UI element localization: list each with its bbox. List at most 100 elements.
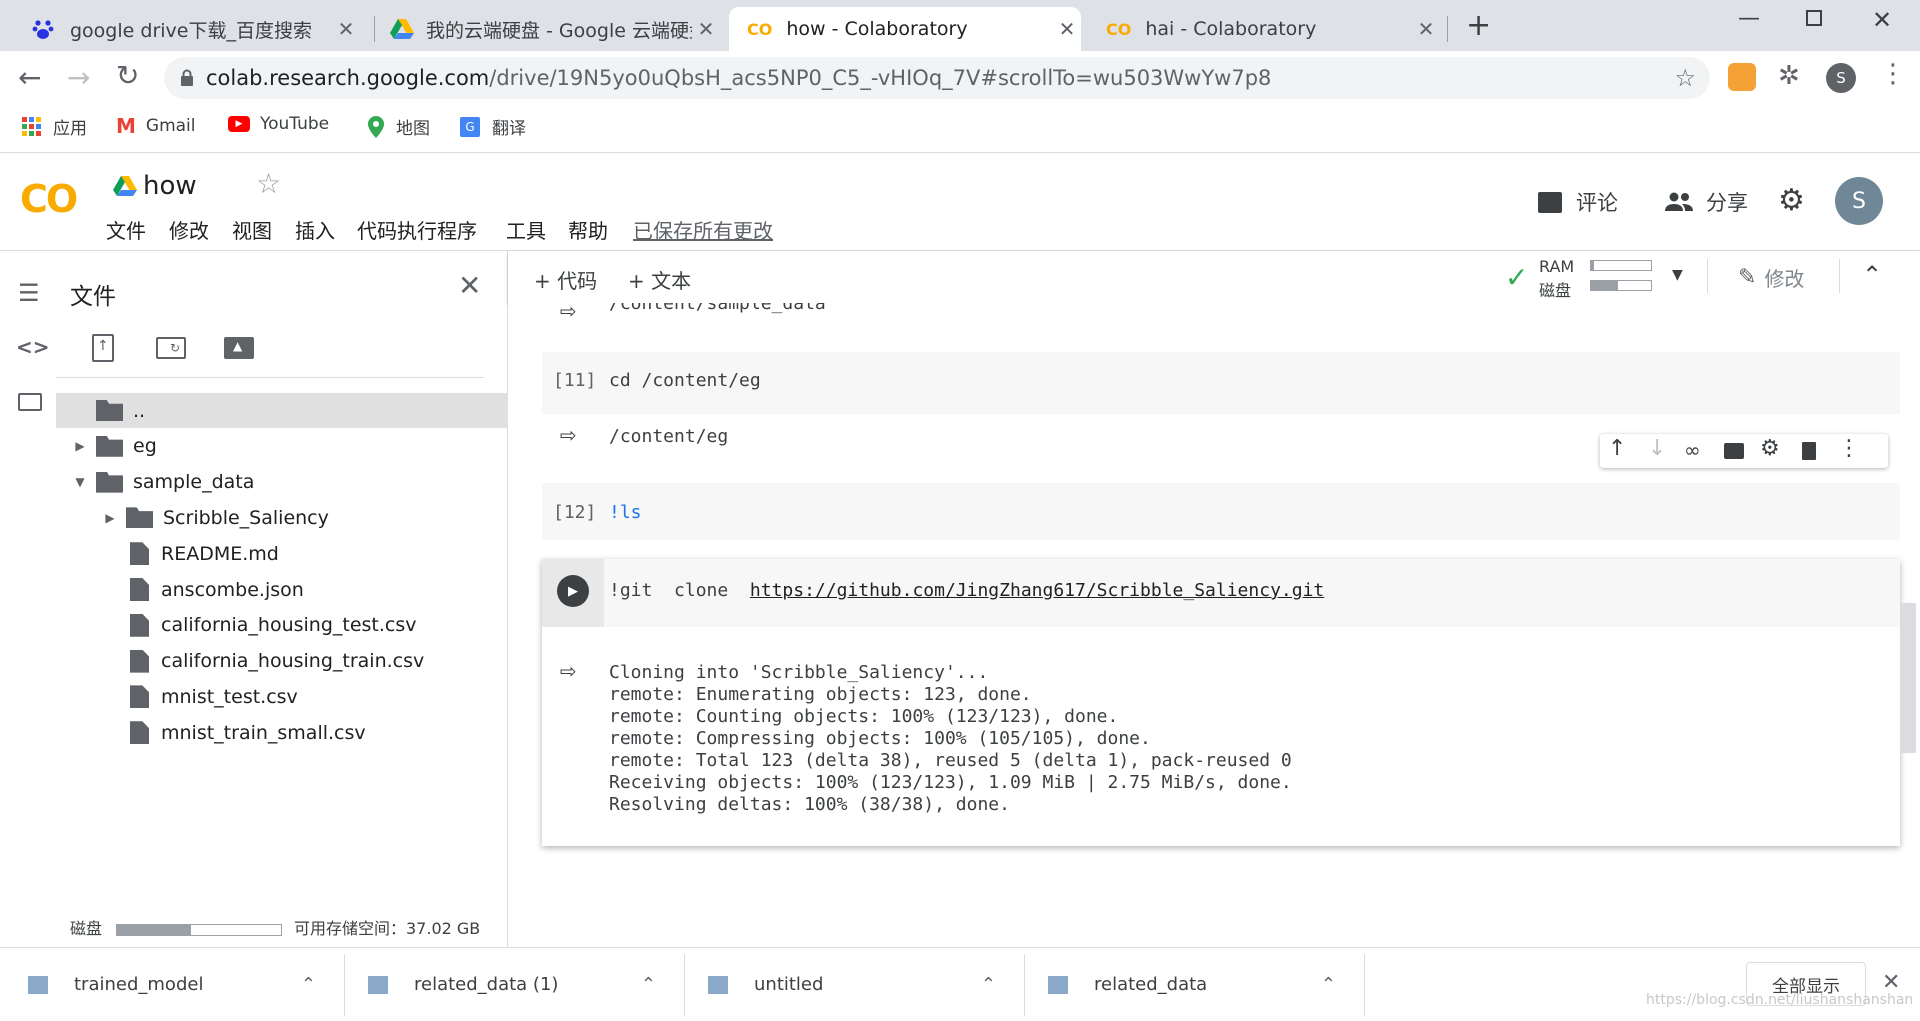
menu-file[interactable]: 文件 <box>106 215 146 244</box>
edit-mode-button[interactable]: ✎ 修改 <box>1738 263 1804 292</box>
file-tree-row[interactable]: california_housing_train.csv <box>56 644 508 679</box>
ram-usage-bar[interactable] <box>1590 260 1652 271</box>
menu-insert[interactable]: 插入 <box>295 215 335 244</box>
restore-window-icon[interactable] <box>1806 10 1822 26</box>
collapse-header-chevron-icon[interactable]: ⌃ <box>1862 261 1882 289</box>
browser-tab-baidu[interactable]: google drive下载_百度搜索 ✕ <box>20 7 360 51</box>
chevron-up-icon[interactable]: ⌃ <box>981 974 996 995</box>
move-cell-up-icon[interactable]: ↑ <box>1608 436 1626 461</box>
expand-arrow-icon[interactable]: ▶ <box>100 511 120 525</box>
download-file-icon <box>368 975 388 994</box>
menu-tools[interactable]: 工具 <box>506 215 546 244</box>
bookmark-maps[interactable]: 地图 <box>368 114 430 139</box>
cell-more-kebab-icon[interactable]: ⋮ <box>1838 436 1860 461</box>
close-panel-icon[interactable]: ✕ <box>458 269 481 302</box>
bookmark-translate[interactable]: G 翻译 <box>460 114 526 139</box>
tab-close-icon[interactable]: ✕ <box>692 17 720 41</box>
back-arrow-icon[interactable]: ← <box>18 61 41 94</box>
menu-view[interactable]: 视图 <box>232 215 272 244</box>
download-item-related-data[interactable]: related_data ⌃ <box>1048 948 1364 1021</box>
comment-button[interactable]: 评论 <box>1538 187 1618 217</box>
delete-cell-trash-icon[interactable] <box>1802 442 1816 460</box>
run-cell-play-icon[interactable]: ▶ <box>557 575 589 607</box>
reload-icon[interactable]: ↻ <box>116 59 139 92</box>
browser-tab-drive[interactable]: 我的云端硬盘 - Google 云端硬盘 ✕ <box>380 7 720 51</box>
file-tree-row[interactable]: mnist_test.csv <box>56 679 508 714</box>
refresh-folder-icon[interactable]: ↻ <box>156 337 186 359</box>
file-tree-row[interactable]: mnist_train_small.csv <box>56 715 508 750</box>
bookmark-gmail[interactable]: M Gmail <box>116 114 196 138</box>
tab-close-icon[interactable]: ✕ <box>1053 17 1081 41</box>
files-folder-icon[interactable] <box>18 393 42 411</box>
table-of-contents-icon[interactable]: ☰ <box>18 279 40 307</box>
download-name: untitled <box>754 974 824 995</box>
address-bar[interactable]: colab.research.google.com /drive/19N5yo0… <box>164 57 1710 99</box>
cell-code[interactable]: !ls <box>609 502 642 523</box>
file-tree-row[interactable]: .. <box>56 393 508 428</box>
pencil-icon: ✎ <box>1738 265 1757 290</box>
menu-runtime[interactable]: 代码执行程序 <box>357 215 477 244</box>
browser-profile-avatar[interactable]: S <box>1826 63 1856 93</box>
file-tree-row[interactable]: ▼ sample_data <box>56 465 508 500</box>
bookmark-apps[interactable]: 应用 <box>22 114 87 139</box>
download-item-related-data-1[interactable]: related_data (1) ⌃ <box>368 948 684 1021</box>
menu-edit[interactable]: 修改 <box>169 215 209 244</box>
expand-arrow-icon[interactable]: ▶ <box>70 439 90 453</box>
saved-status[interactable]: 已保存所有更改 <box>633 215 773 244</box>
runtime-dropdown-icon[interactable]: ▼ <box>1672 267 1683 283</box>
bookmark-star-icon[interactable]: ☆ <box>1674 64 1696 92</box>
baidu-paw-icon <box>30 16 56 42</box>
code-cell-12[interactable] <box>542 483 1900 540</box>
code-url[interactable]: https://github.com/JingZhang617/Scribble… <box>750 580 1324 601</box>
minimize-window-icon[interactable]: — <box>1738 6 1760 31</box>
file-tree-label: california_housing_test.csv <box>161 614 417 637</box>
download-file-icon <box>28 975 48 994</box>
chevron-up-icon[interactable]: ⌃ <box>301 974 316 995</box>
code-snippets-icon[interactable]: <> <box>16 335 50 359</box>
file-tree-row[interactable]: california_housing_test.csv <box>56 608 508 643</box>
chevron-up-icon[interactable]: ⌃ <box>641 974 656 995</box>
user-avatar[interactable]: S <box>1835 177 1883 225</box>
cell-code[interactable]: cd /content/eg <box>609 370 761 391</box>
tab-close-icon[interactable]: ✕ <box>332 17 360 41</box>
link-cell-icon[interactable]: ∞ <box>1684 438 1701 462</box>
download-item-trained-model[interactable]: trained_model ⌃ <box>28 948 344 1021</box>
add-code-cell-button[interactable]: + 代码 <box>534 265 597 294</box>
bookmark-youtube[interactable]: ▶ YouTube <box>228 114 329 134</box>
menu-help[interactable]: 帮助 <box>568 215 608 244</box>
upload-file-icon[interactable]: ↑ <box>92 334 114 362</box>
forward-arrow-icon[interactable]: → <box>67 61 90 94</box>
settings-gear-icon[interactable]: ⚙ <box>1778 183 1805 218</box>
extensions-puzzle-icon[interactable]: ✲ <box>1778 61 1800 91</box>
google-drive-icon <box>113 175 137 197</box>
file-tree-row[interactable]: README.md <box>56 536 508 571</box>
share-button[interactable]: 分享 <box>1664 187 1748 217</box>
download-item-untitled[interactable]: untitled ⌃ <box>708 948 1024 1021</box>
comment-cell-icon[interactable] <box>1724 443 1744 459</box>
cell-code[interactable]: !git clone https://github.com/JingZhang6… <box>609 580 1324 601</box>
parent-folder-icon <box>96 400 123 421</box>
disk-usage-bar[interactable] <box>1590 280 1652 291</box>
notebook-title[interactable]: how <box>143 171 197 201</box>
star-notebook-icon[interactable]: ☆ <box>256 167 281 200</box>
file-tree-row[interactable]: ▶ Scribble_Saliency <box>56 500 508 535</box>
file-tree-row[interactable]: anscombe.json <box>56 572 508 607</box>
add-text-cell-button[interactable]: + 文本 <box>628 265 691 294</box>
tab-close-icon[interactable]: ✕ <box>1412 17 1440 41</box>
mount-drive-icon[interactable]: ▲ <box>224 337 254 359</box>
file-tree-row[interactable]: ▶ eg <box>56 429 508 464</box>
new-tab-plus-icon[interactable]: + <box>1466 8 1491 43</box>
extension-icon[interactable] <box>1728 63 1756 91</box>
browser-menu-kebab-icon[interactable]: ⋮ <box>1880 59 1906 89</box>
notebook-body: ⇨ /content/sample_data [11] cd /content/… <box>508 303 1920 947</box>
chevron-up-icon[interactable]: ⌃ <box>1321 974 1336 995</box>
browser-tab-hai-colab[interactable]: CO hai - Colaboratory ✕ <box>1090 7 1440 51</box>
disk-usage-bar <box>116 924 282 936</box>
move-cell-down-icon[interactable]: ↓ <box>1648 436 1666 461</box>
close-window-icon[interactable]: ✕ <box>1872 6 1892 34</box>
browser-tab-how-colab[interactable]: CO how - Colaboratory ✕ <box>729 7 1081 51</box>
cell-settings-gear-icon[interactable]: ⚙ <box>1760 436 1780 461</box>
collapse-arrow-icon[interactable]: ▼ <box>70 475 90 489</box>
notebook-scrollbar-thumb[interactable] <box>1900 603 1916 753</box>
colab-logo[interactable]: CO <box>20 177 78 221</box>
